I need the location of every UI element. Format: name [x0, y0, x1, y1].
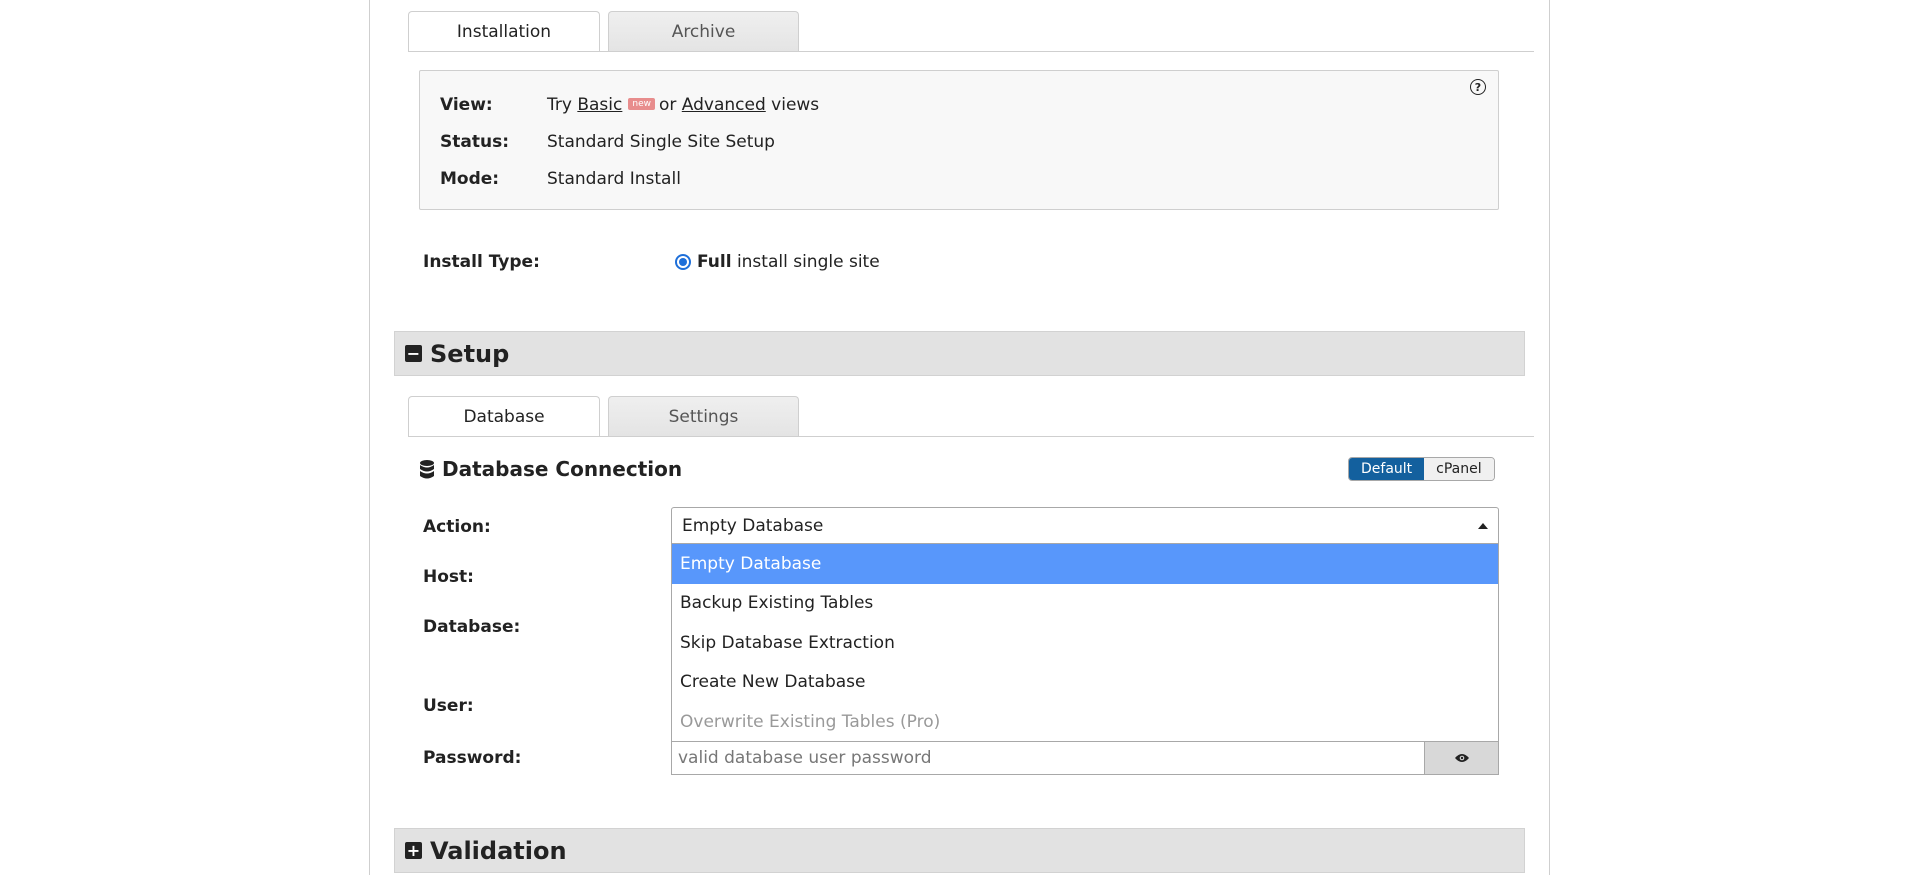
tab-installation-label: Installation	[456, 22, 552, 42]
caret-up-icon	[1478, 523, 1488, 529]
status-value: Standard Single Site Setup	[547, 132, 775, 152]
help-icon-glyph: ?	[1474, 80, 1482, 94]
tab-settings[interactable]: Settings	[608, 396, 799, 436]
setup-tab-divider	[408, 436, 1534, 437]
setup-section-header[interactable]: − Setup	[394, 331, 1525, 376]
mode-value: Standard Install	[547, 169, 681, 189]
install-type-label: Install Type:	[423, 252, 540, 272]
user-label: User:	[423, 696, 474, 716]
basic-view-link[interactable]: Basic	[577, 95, 622, 115]
view-value: Try Basic new or Advanced views	[547, 95, 819, 115]
validation-toggle-glyph: +	[406, 840, 421, 860]
eye-icon	[1454, 754, 1469, 762]
cpanel-toggle-button[interactable]: cPanel	[1424, 458, 1494, 480]
mode-row: Mode: Standard Install	[440, 169, 681, 189]
full-install-option[interactable]: Full install single site	[697, 252, 880, 272]
full-install-bold: Full	[697, 252, 732, 272]
setup-toggle-glyph: −	[406, 343, 421, 363]
install-info-box: ? View: Try Basic new or Advanced views St…	[419, 70, 1499, 210]
new-badge: new	[628, 98, 655, 110]
connection-mode-toggle: Default cPanel	[1348, 457, 1495, 481]
status-key: Status:	[440, 132, 509, 152]
action-option-empty-database[interactable]: Empty Database	[672, 544, 1498, 584]
view-try-text: Try	[547, 95, 572, 115]
full-install-radio[interactable]	[675, 254, 691, 270]
setup-title: Setup	[430, 339, 510, 368]
action-option-overwrite-existing-tables: Overwrite Existing Tables (Pro)	[680, 711, 941, 732]
tab-divider	[408, 51, 1534, 52]
database-connection-title: Database Connection	[442, 457, 683, 481]
advanced-view-link[interactable]: Advanced	[682, 95, 766, 115]
validation-section-header[interactable]: + Validation	[394, 828, 1525, 873]
database-icon	[420, 459, 434, 478]
show-password-button[interactable]	[1424, 741, 1499, 775]
database-connection-heading: Database Connection	[420, 457, 682, 481]
action-select[interactable]: Empty Database	[671, 507, 1499, 544]
tab-database-label: Database	[463, 407, 545, 427]
view-key: View:	[440, 95, 493, 115]
view-row: View: Try Basic new or Advanced views	[440, 95, 819, 115]
tab-archive[interactable]: Archive	[608, 11, 799, 51]
validation-title: Validation	[430, 836, 567, 865]
database-label: Database:	[423, 617, 521, 637]
password-input[interactable]: valid database user password	[671, 741, 1425, 775]
view-views-text: views	[771, 95, 820, 115]
action-dropdown-list: Empty Database Backup Existing Tables Sk…	[671, 543, 1499, 742]
full-install-rest: install single site	[736, 252, 880, 272]
action-option-skip-database-extraction[interactable]: Skip Database Extraction	[672, 623, 1498, 663]
action-option-create-new-database[interactable]: Create New Database	[672, 663, 1498, 703]
tab-installation[interactable]: Installation	[408, 11, 600, 52]
default-toggle-button[interactable]: Default	[1349, 458, 1425, 480]
plus-square-icon[interactable]: +	[405, 842, 422, 859]
password-placeholder: valid database user password	[678, 748, 932, 768]
host-label: Host:	[423, 567, 474, 587]
help-icon[interactable]: ?	[1470, 79, 1486, 95]
tab-settings-label: Settings	[668, 406, 739, 427]
tab-database[interactable]: Database	[408, 396, 600, 437]
status-row: Status: Standard Single Site Setup	[440, 132, 775, 152]
action-selected-value: Empty Database	[682, 515, 824, 536]
view-or-text: or	[658, 95, 677, 115]
tab-archive-label: Archive	[671, 21, 736, 42]
action-option-backup-existing-tables[interactable]: Backup Existing Tables	[672, 584, 1498, 624]
mode-key: Mode:	[440, 169, 500, 189]
action-label: Action:	[423, 517, 491, 537]
minus-square-icon[interactable]: −	[405, 345, 422, 362]
password-label: Password:	[423, 748, 522, 768]
